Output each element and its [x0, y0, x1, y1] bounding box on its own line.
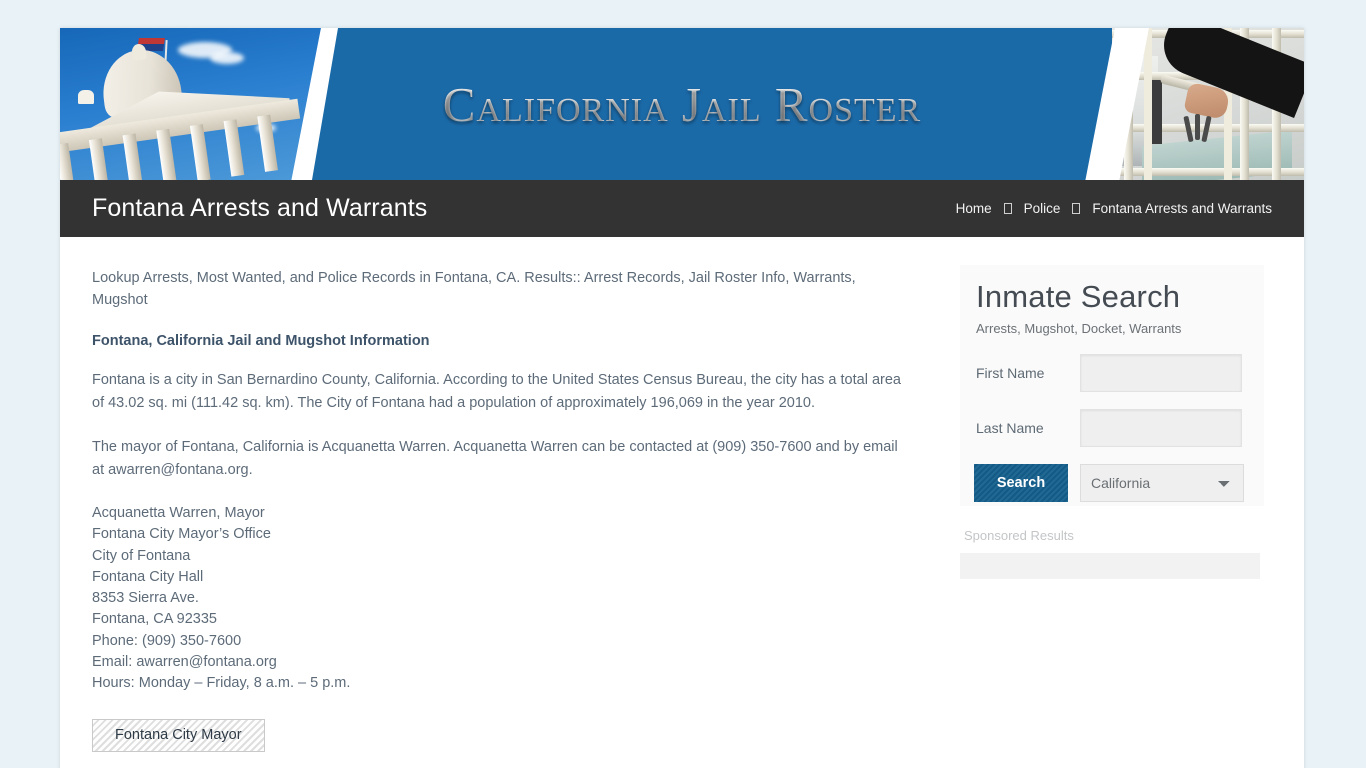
sidebar-column: Inmate Search Arrests, Mugshot, Docket, …: [940, 237, 1304, 768]
last-name-row: Last Name: [976, 409, 1248, 447]
breadcrumb-item-current: Fontana Arrests and Warrants: [1092, 201, 1272, 216]
page-title: Fontana Arrests and Warrants: [92, 194, 428, 222]
intro-text: Lookup Arrests, Most Wanted, and Police …: [92, 270, 856, 309]
address-line: Phone: (909) 350-7600: [92, 632, 242, 649]
address-line: Email: awarren@fontana.org: [92, 654, 277, 671]
first-name-label: First Name: [976, 365, 1045, 381]
mayor-contact-paragraph: The mayor of Fontana, California is Acqu…: [92, 438, 898, 479]
section-heading: Fontana, California Jail and Mugshot Inf…: [92, 332, 430, 349]
inmate-search-subtitle: Arrests, Mugshot, Docket, Warrants: [976, 321, 1182, 336]
address-line: Fontana City Hall: [92, 568, 204, 585]
mayor-address-block: Acquanetta Warren, Mayor Fontana City Ma…: [92, 503, 908, 695]
cloud-shape: [210, 52, 244, 64]
address-line: Fontana City Mayor’s Office: [92, 526, 271, 543]
inmate-search-panel: Inmate Search Arrests, Mugshot, Docket, …: [960, 265, 1264, 506]
fontana-city-mayor-button[interactable]: Fontana City Mayor: [92, 718, 265, 752]
sponsored-results-placeholder: [960, 553, 1260, 579]
city-info-paragraph: Fontana is a city in San Bernardino Coun…: [92, 371, 901, 412]
search-action-row: Search California: [974, 464, 1248, 502]
address-line: City of Fontana: [92, 547, 191, 564]
site-banner: California Jail Roster: [60, 28, 1304, 180]
address-line: Fontana, CA 92335: [92, 611, 217, 628]
first-name-row: First Name: [976, 354, 1248, 392]
page-header-bar: Fontana Arrests and Warrants Home Police…: [60, 180, 1304, 237]
address-line: Hours: Monday – Friday, 8 a.m. – 5 p.m.: [92, 675, 351, 692]
content-area: Lookup Arrests, Most Wanted, and Police …: [60, 237, 1304, 768]
site-title: California Jail Roster: [60, 76, 1304, 133]
chevron-right-icon: [1003, 203, 1012, 214]
state-select[interactable]: California: [1080, 464, 1244, 502]
last-name-label: Last Name: [976, 420, 1044, 436]
chevron-right-icon: [1072, 203, 1081, 214]
last-name-input[interactable]: [1080, 409, 1242, 447]
address-line: 8353 Sierra Ave.: [92, 590, 199, 607]
search-button[interactable]: Search: [974, 464, 1068, 502]
breadcrumb: Home Police Fontana Arrests and Warrants: [956, 201, 1272, 216]
page-root: California Jail Roster Fontana Arrests a…: [0, 0, 1366, 768]
site-container: California Jail Roster Fontana Arrests a…: [60, 28, 1304, 768]
first-name-input[interactable]: [1080, 354, 1242, 392]
sponsored-results-label: Sponsored Results: [964, 528, 1074, 543]
breadcrumb-item-police[interactable]: Police: [1024, 201, 1061, 216]
main-column: Lookup Arrests, Most Wanted, and Police …: [60, 237, 940, 768]
inmate-search-title: Inmate Search: [976, 279, 1181, 314]
address-line: Acquanetta Warren, Mayor: [92, 504, 265, 521]
breadcrumb-item-home[interactable]: Home: [956, 201, 992, 216]
